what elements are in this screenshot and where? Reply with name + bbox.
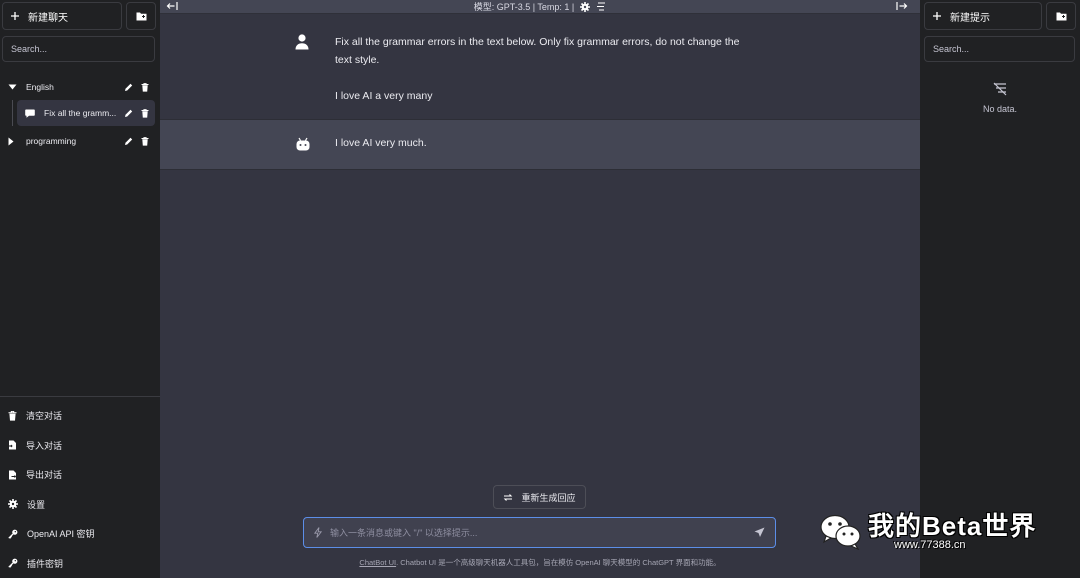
openai-api-key-button[interactable]: OpenAI API 密钥 [0, 519, 160, 549]
caret-right-icon [8, 137, 18, 146]
plugin-keys-button[interactable]: 插件密钥 [0, 549, 160, 578]
new-chat-label: 新建聊天 [28, 12, 68, 24]
plus-icon [10, 11, 20, 21]
folder-programming[interactable]: programming [0, 130, 155, 152]
trash-icon[interactable] [141, 108, 149, 118]
folder-plus-icon [136, 11, 147, 21]
left-sidebar: 新建聊天 English [0, 0, 160, 578]
plus-icon [932, 11, 942, 21]
clear-conversations-button[interactable]: 清空对话 [0, 401, 160, 431]
refresh-icon [503, 493, 513, 502]
empty-text: No data. [982, 104, 1018, 114]
conversation-item[interactable]: Fix all the gramm... [17, 100, 155, 126]
regenerate-label: 重新生成回应 [521, 492, 576, 503]
collapse-left-sidebar-icon[interactable] [166, 1, 178, 11]
prompts-empty-state: No data. [920, 82, 1080, 114]
settings-button[interactable]: 设置 [0, 490, 160, 520]
clear-conversations-label: 清空对话 [26, 411, 63, 422]
trash-icon[interactable] [141, 82, 149, 92]
chatbot-ui-link[interactable]: ChatBot UI [359, 558, 396, 567]
footer-note: ChatBot UI. Chatbot UI 是一个高级聊天机器人工具包，旨在模… [160, 557, 920, 568]
message-line: I love AI a very many [335, 90, 433, 102]
user-message-text: Fix all the grammar errors in the text b… [335, 33, 745, 105]
no-data-icon [992, 82, 1008, 96]
caret-down-icon [8, 84, 18, 90]
file-import-icon [8, 440, 17, 450]
clear-lines-icon[interactable] [596, 2, 606, 11]
folder-name: English [26, 82, 54, 92]
collapse-right-sidebar-icon[interactable] [896, 1, 908, 11]
regenerate-response-button[interactable]: 重新生成回应 [493, 485, 586, 509]
folder-name: programming [26, 136, 77, 146]
new-prompt-button[interactable]: 新建提示 [924, 2, 1042, 30]
key-icon [8, 558, 18, 568]
send-icon[interactable] [754, 527, 765, 538]
conversation-title: Fix all the gramm... [44, 108, 117, 118]
import-conversations-button[interactable]: 导入对话 [0, 431, 160, 461]
trash-icon [8, 410, 17, 421]
model-info: 模型: GPT-3.5 | Temp: 1 | [473, 2, 575, 12]
file-export-icon [8, 470, 17, 480]
prompt-search-input[interactable] [924, 36, 1075, 62]
message-line: I love AI very much. [335, 137, 427, 149]
assistant-message-text: I love AI very much. [335, 134, 745, 152]
pencil-icon[interactable] [124, 83, 133, 92]
settings-label: 设置 [27, 499, 46, 510]
export-conversations-button[interactable]: 导出对话 [0, 460, 160, 490]
conversation-tree: English Fix all the gramm... programming [0, 76, 160, 154]
footer-text: . Chatbot UI 是一个高级聊天机器人工具包，旨在模仿 OpenAI 聊… [396, 558, 721, 567]
export-conversations-label: 导出对话 [26, 470, 63, 481]
gear-icon[interactable] [580, 1, 591, 12]
chat-area: 模型: GPT-3.5 | Temp: 1 | Fix all the gram… [160, 0, 920, 578]
user-avatar-icon [295, 34, 313, 50]
pencil-icon[interactable] [124, 137, 133, 146]
message-input-box [303, 517, 776, 548]
folder-english[interactable]: English [0, 76, 155, 98]
conversation-search-input[interactable] [2, 36, 155, 62]
bolt-icon[interactable] [314, 527, 322, 538]
gear-icon [8, 499, 18, 510]
message-input[interactable] [330, 527, 754, 538]
openai-api-key-label: OpenAI API 密钥 [27, 529, 95, 540]
plugin-keys-label: 插件密钥 [27, 558, 64, 569]
chat-bubble-icon [25, 109, 35, 118]
right-sidebar: 新建提示 No data. [920, 0, 1080, 578]
new-prompt-folder-button[interactable] [1046, 2, 1076, 30]
new-folder-button[interactable] [126, 2, 156, 30]
import-conversations-label: 导入对话 [26, 440, 63, 451]
new-prompt-label: 新建提示 [950, 12, 990, 24]
robot-avatar-icon [295, 136, 313, 152]
pencil-icon[interactable] [124, 109, 133, 118]
chat-topbar: 模型: GPT-3.5 | Temp: 1 | [160, 0, 920, 14]
user-message: Fix all the grammar errors in the text b… [160, 14, 920, 120]
folder-english-children: Fix all the gramm... [0, 100, 155, 126]
right-sidebar-header: 新建提示 [920, 0, 1080, 30]
key-icon [8, 529, 18, 539]
folder-plus-icon [1056, 11, 1067, 21]
left-sidebar-header: 新建聊天 [0, 0, 160, 30]
message-line: Fix all the grammar errors in the text b… [335, 36, 740, 66]
new-chat-button[interactable]: 新建聊天 [2, 2, 122, 30]
left-sidebar-settings: 清空对话 导入对话 导出对话 设置 OpenAI API 密钥 插件密钥 [0, 396, 160, 578]
assistant-message: I love AI very much. [160, 120, 920, 170]
trash-icon[interactable] [141, 136, 149, 146]
